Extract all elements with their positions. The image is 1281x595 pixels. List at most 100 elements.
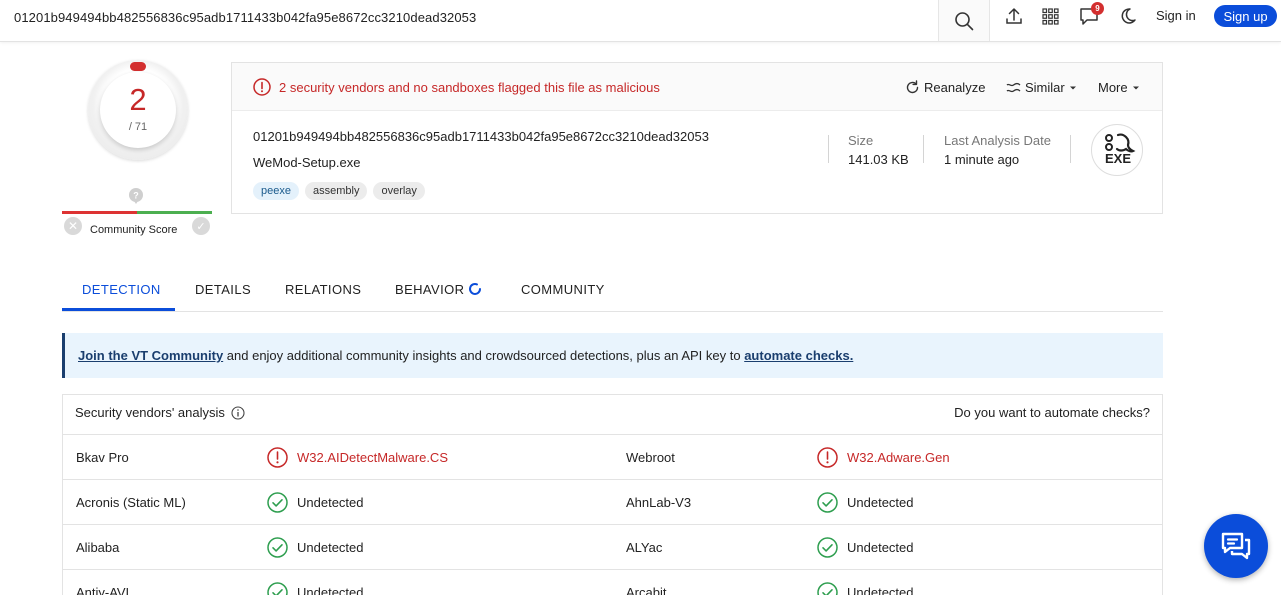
score-ring: 2 / 71	[88, 60, 188, 160]
table-row: Bkav Pro W32.AIDetectMalware.CS Webroot …	[63, 435, 1162, 480]
result-label: Undetected	[297, 495, 364, 510]
size-label: Size	[848, 133, 874, 148]
vendor-name: Antiy-AVL	[76, 585, 133, 595]
tag[interactable]: assembly	[304, 182, 368, 200]
automate-checks-link[interactable]: automate checks.	[744, 348, 853, 363]
vendor-result: Undetected	[267, 582, 364, 595]
refresh-icon	[906, 80, 919, 94]
tag[interactable]: overlay	[373, 182, 425, 200]
tab-bar: DETECTION DETAILS RELATIONS BEHAVIOR COM…	[62, 268, 1163, 312]
alert-icon	[817, 447, 838, 468]
engine-total: / 71	[128, 121, 148, 133]
file-summary-card: 2 security vendors and no sandboxes flag…	[231, 62, 1163, 214]
table-row: Alibaba Undetected ALYac Undetected	[63, 525, 1162, 570]
upload-button[interactable]	[1001, 5, 1027, 27]
vendor-result: Undetected	[817, 582, 914, 595]
signup-button[interactable]: Sign up	[1214, 5, 1277, 27]
search-icon	[955, 11, 974, 30]
chat-icon	[1221, 532, 1251, 560]
date-label: Last Analysis Date	[944, 133, 1051, 148]
loading-spinner-icon	[469, 282, 481, 295]
exe-icon: EXE	[1105, 133, 1136, 166]
vendor-result: Undetected	[267, 537, 364, 558]
result-label: Undetected	[297, 585, 364, 595]
vote-harmless-button[interactable]: ✓	[192, 217, 210, 235]
vendor-name: Arcabit	[626, 585, 667, 595]
result-label: Undetected	[847, 585, 914, 595]
result-label: Undetected	[297, 540, 364, 555]
vendors-title-label: Security vendors' analysis	[75, 405, 225, 420]
tab-relations[interactable]: RELATIONS	[285, 282, 361, 297]
check-circle-icon	[267, 537, 288, 558]
vendor-result: W32.Adware.Gen	[817, 447, 950, 468]
community-score-bar	[62, 211, 212, 214]
table-row: Acronis (Static ML) Undetected AhnLab-V3…	[63, 480, 1162, 525]
vendors-title: Security vendors' analysis	[75, 405, 245, 420]
apps-button[interactable]	[1037, 5, 1063, 27]
reanalyze-button[interactable]: Reanalyze	[905, 80, 985, 95]
theme-toggle[interactable]	[1115, 5, 1141, 27]
info-icon[interactable]	[231, 405, 245, 420]
tab-detection[interactable]: DETECTION	[82, 282, 161, 297]
upload-icon	[1006, 8, 1022, 24]
vote-malicious-button[interactable]: ✕	[64, 217, 82, 235]
vendor-name: Webroot	[626, 450, 675, 465]
divider	[828, 135, 829, 163]
table-row: Antiy-AVL Undetected Arcabit Undetected	[63, 570, 1162, 595]
check-circle-icon	[817, 582, 838, 595]
alert-row: 2 security vendors and no sandboxes flag…	[232, 63, 1162, 111]
tab-details[interactable]: DETAILS	[195, 282, 251, 297]
date-value: 1 minute ago	[944, 152, 1020, 167]
tag[interactable]: peexe	[253, 182, 299, 200]
moon-icon	[1121, 8, 1136, 24]
check-circle-icon	[817, 537, 838, 558]
result-label: W32.AIDetectMalware.CS	[297, 450, 448, 465]
vendor-result: Undetected	[817, 537, 914, 558]
result-label: Undetected	[847, 495, 914, 510]
detection-count: 2	[129, 82, 147, 117]
similar-dropdown[interactable]: Similar	[1006, 80, 1077, 95]
vendor-result: W32.AIDetectMalware.CS	[267, 447, 448, 468]
score-center: 2 / 71	[100, 72, 176, 148]
search-button[interactable]	[938, 0, 990, 41]
automate-question[interactable]: Do you want to automate checks?	[954, 405, 1150, 420]
signin-link[interactable]: Sign in	[1156, 8, 1196, 23]
community-banner: Join the VT Community and enjoy addition…	[62, 333, 1163, 378]
alert-text: 2 security vendors and no sandboxes flag…	[279, 80, 660, 95]
vendor-table: Bkav Pro W32.AIDetectMalware.CS Webroot …	[62, 434, 1163, 595]
search-input[interactable]: 01201b949494bb482556836c95adb1711433b042…	[14, 10, 476, 25]
alert-icon	[267, 447, 288, 468]
tab-behavior[interactable]: BEHAVIOR	[395, 282, 464, 297]
tab-community[interactable]: COMMUNITY	[521, 282, 605, 297]
result-label: W32.Adware.Gen	[847, 450, 950, 465]
notifications-button[interactable]: 9	[1076, 2, 1104, 27]
similar-icon	[1006, 82, 1021, 92]
alert-icon	[253, 78, 271, 96]
vendor-name: Alibaba	[76, 540, 120, 555]
chat-support-button[interactable]	[1204, 514, 1268, 578]
question-icon: ?	[129, 188, 143, 204]
file-name: WeMod-Setup.exe	[253, 155, 361, 170]
vendor-name: AhnLab-V3	[626, 495, 692, 510]
chevron-down-icon	[1132, 86, 1139, 89]
check-circle-icon	[817, 492, 838, 513]
more-label: More	[1098, 80, 1128, 95]
file-hash: 01201b949494bb482556836c95adb1711433b042…	[253, 129, 709, 144]
check-circle-icon	[267, 492, 288, 513]
divider	[923, 135, 924, 163]
vendor-name: ALYac	[626, 540, 663, 555]
vendor-result: Undetected	[267, 492, 364, 513]
active-tab-indicator	[62, 308, 175, 311]
community-score-label: Community Score	[90, 224, 178, 236]
join-community-link[interactable]: Join the VT Community	[78, 348, 223, 363]
more-dropdown[interactable]: More	[1098, 80, 1140, 95]
reanalyze-label: Reanalyze	[924, 80, 986, 95]
top-bar: 01201b949494bb482556836c95adb1711433b042…	[0, 0, 1281, 42]
banner-middle-text: and enjoy additional community insights …	[223, 348, 745, 363]
file-type-icon: EXE	[1091, 124, 1143, 176]
score-indicator	[130, 62, 146, 71]
svg-text:?: ?	[133, 191, 139, 201]
grid-icon	[1041, 7, 1059, 25]
chevron-down-icon	[1069, 86, 1076, 89]
divider	[1070, 135, 1071, 163]
